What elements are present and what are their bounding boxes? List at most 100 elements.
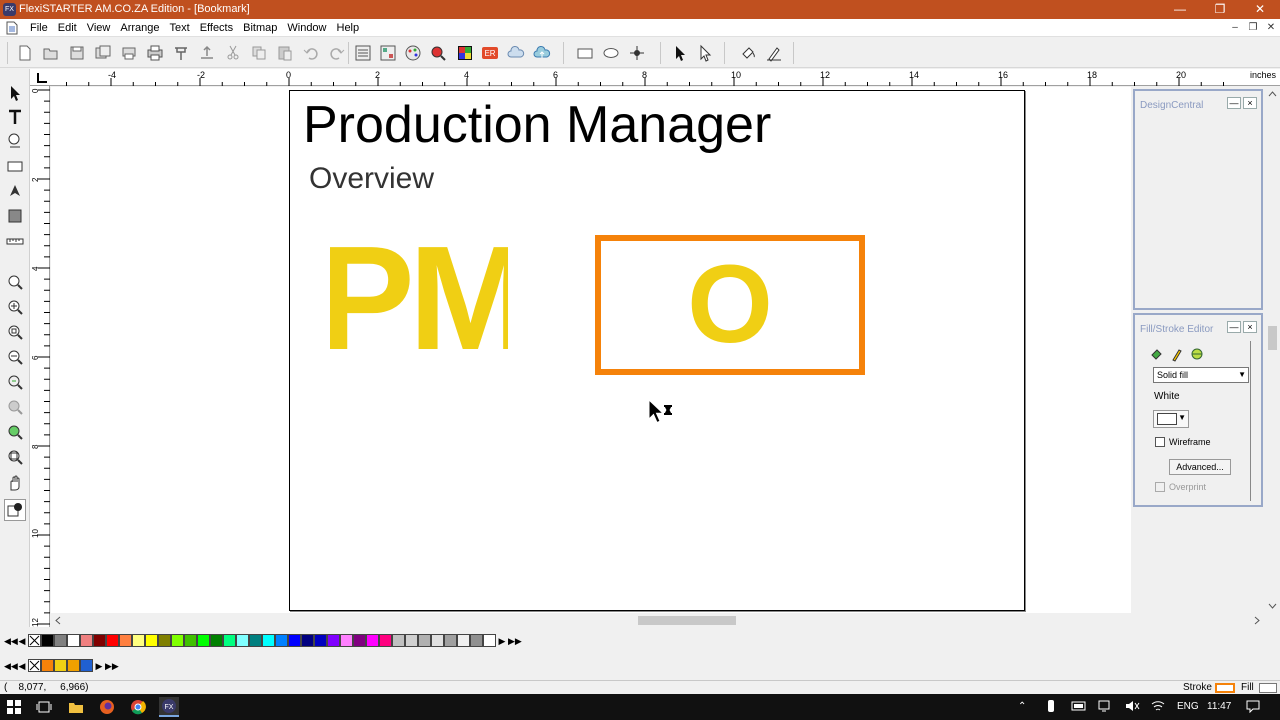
fill-swatch[interactable] — [1259, 683, 1277, 693]
color-swatch[interactable] — [249, 634, 262, 647]
pen-tool-icon[interactable] — [4, 180, 26, 202]
zoom-color-icon[interactable] — [427, 43, 449, 63]
panel-minimize-button[interactable]: — — [1227, 97, 1241, 109]
palette-last-icon[interactable]: ▶▶ — [508, 634, 522, 648]
new-icon[interactable] — [14, 43, 36, 63]
cloud-icon[interactable] — [505, 43, 527, 63]
color-swatch[interactable] — [119, 634, 132, 647]
clock[interactable]: 11:47 — [1207, 701, 1231, 712]
color-swatch[interactable] — [405, 634, 418, 647]
menu-view[interactable]: View — [82, 21, 116, 35]
doc-restore-button[interactable]: ❐ — [1244, 19, 1262, 37]
color-wheel-icon[interactable] — [402, 43, 424, 63]
rectangle-icon[interactable] — [574, 43, 596, 63]
save-as-icon[interactable] — [92, 43, 114, 63]
paste-icon[interactable] — [274, 43, 296, 63]
transparency-tab-icon[interactable] — [1189, 346, 1207, 362]
color-swatch[interactable] — [418, 634, 431, 647]
maximize-button[interactable]: ❐ — [1200, 0, 1240, 19]
color-swatch[interactable] — [353, 634, 366, 647]
menu-text[interactable]: Text — [165, 21, 195, 35]
zoom-in-icon[interactable] — [4, 296, 26, 318]
color-swatch[interactable] — [314, 634, 327, 647]
notifications-icon[interactable] — [1245, 699, 1261, 716]
pan-tool-icon[interactable] — [4, 472, 26, 494]
undo-icon[interactable] — [300, 43, 322, 63]
color-swatch[interactable] — [210, 634, 223, 647]
chrome-icon[interactable] — [128, 697, 148, 717]
zoom-tool-icon[interactable] — [4, 271, 26, 293]
close-button[interactable]: ✕ — [1240, 0, 1280, 19]
vertical-scrollbar[interactable] — [1265, 86, 1280, 614]
horizontal-scrollbar[interactable] — [51, 613, 1265, 628]
print-icon[interactable] — [144, 43, 166, 63]
stroke-swatch[interactable] — [1215, 683, 1235, 693]
import-icon[interactable] — [352, 43, 374, 63]
stroke-tab-icon[interactable] — [1169, 346, 1185, 362]
color-swatch[interactable] — [132, 634, 145, 647]
er-icon[interactable]: ER — [479, 43, 501, 63]
color-swatch[interactable] — [275, 634, 288, 647]
color-swatch[interactable] — [93, 634, 106, 647]
language-indicator[interactable]: ENG — [1177, 701, 1199, 712]
menu-bitmap[interactable]: Bitmap — [238, 21, 282, 35]
doc-close-button[interactable]: ✕ — [1262, 19, 1280, 37]
color-swatch[interactable] — [106, 634, 119, 647]
color-swatch[interactable] — [301, 634, 314, 647]
color-tool-icon[interactable] — [4, 499, 26, 521]
firefox-icon[interactable] — [97, 697, 117, 717]
no-color-swatch[interactable] — [28, 634, 41, 647]
no-color-swatch[interactable] — [28, 659, 41, 672]
color-swatch[interactable] — [184, 634, 197, 647]
color-swatch[interactable] — [197, 634, 210, 647]
color-swatch[interactable] — [223, 634, 236, 647]
zoom-fit-icon[interactable] — [4, 446, 26, 468]
battery-icon[interactable] — [1071, 700, 1087, 715]
start-icon[interactable] — [4, 697, 24, 717]
fill-stroke-editor-panel[interactable]: Fill/Stroke Editor — × Solid fill ▼ Whit… — [1133, 313, 1263, 507]
palette-next-icon[interactable]: ▶ — [496, 634, 508, 648]
doc-palette-first-icon[interactable]: ◀◀ — [4, 659, 18, 673]
fill-tool-icon[interactable] — [4, 205, 26, 227]
color-swatch[interactable] — [444, 634, 457, 647]
fill-icon[interactable] — [737, 43, 759, 63]
doc-minimize-button[interactable]: – — [1226, 19, 1244, 37]
color-swatch[interactable] — [171, 634, 184, 647]
menu-help[interactable]: Help — [332, 21, 365, 35]
color-swatch[interactable] — [340, 634, 353, 647]
ruler-corner[interactable] — [30, 69, 50, 86]
menu-window[interactable]: Window — [282, 21, 331, 35]
palette-prev-icon[interactable]: ◀ — [16, 634, 28, 648]
text-tool-icon[interactable] — [4, 106, 26, 128]
task-view-icon[interactable] — [34, 697, 54, 717]
doc-color-swatch[interactable] — [54, 659, 67, 672]
vertical-scroll-thumb[interactable] — [1268, 326, 1277, 350]
export-icon[interactable] — [377, 43, 399, 63]
color-swatch[interactable] — [288, 634, 301, 647]
minimize-button[interactable]: — — [1160, 0, 1200, 19]
scroll-up-icon[interactable] — [1265, 89, 1280, 99]
color-swatch[interactable] — [483, 634, 496, 647]
page-title[interactable]: Production Manager — [303, 95, 771, 155]
doc-color-swatch[interactable] — [67, 659, 80, 672]
scroll-right-icon[interactable] — [1252, 613, 1262, 628]
menu-arrange[interactable]: Arrange — [115, 21, 164, 35]
shape-tool-icon[interactable] — [4, 130, 26, 152]
scroll-left-icon[interactable] — [53, 613, 63, 628]
menu-effects[interactable]: Effects — [195, 21, 238, 35]
color-swatch[interactable] — [470, 634, 483, 647]
palette-first-icon[interactable]: ◀◀ — [4, 634, 18, 648]
measure-tool-icon[interactable] — [4, 230, 26, 252]
color-swatch[interactable] — [262, 634, 275, 647]
zoom-selected-icon[interactable] — [4, 421, 26, 443]
swatch-grid-icon[interactable] — [454, 43, 476, 63]
drawing-canvas[interactable]: Production Manager Overview PM O — [51, 87, 1131, 614]
page-subtitle[interactable]: Overview — [309, 162, 434, 196]
panel-minimize-button[interactable]: — — [1227, 321, 1241, 333]
fill-type-select[interactable]: Solid fill ▼ — [1153, 367, 1249, 383]
color-swatch[interactable] — [327, 634, 340, 647]
redo-icon[interactable] — [326, 43, 348, 63]
print-setup-icon[interactable] — [118, 43, 140, 63]
cut-icon[interactable] — [222, 43, 244, 63]
color-swatch[interactable] — [67, 634, 80, 647]
